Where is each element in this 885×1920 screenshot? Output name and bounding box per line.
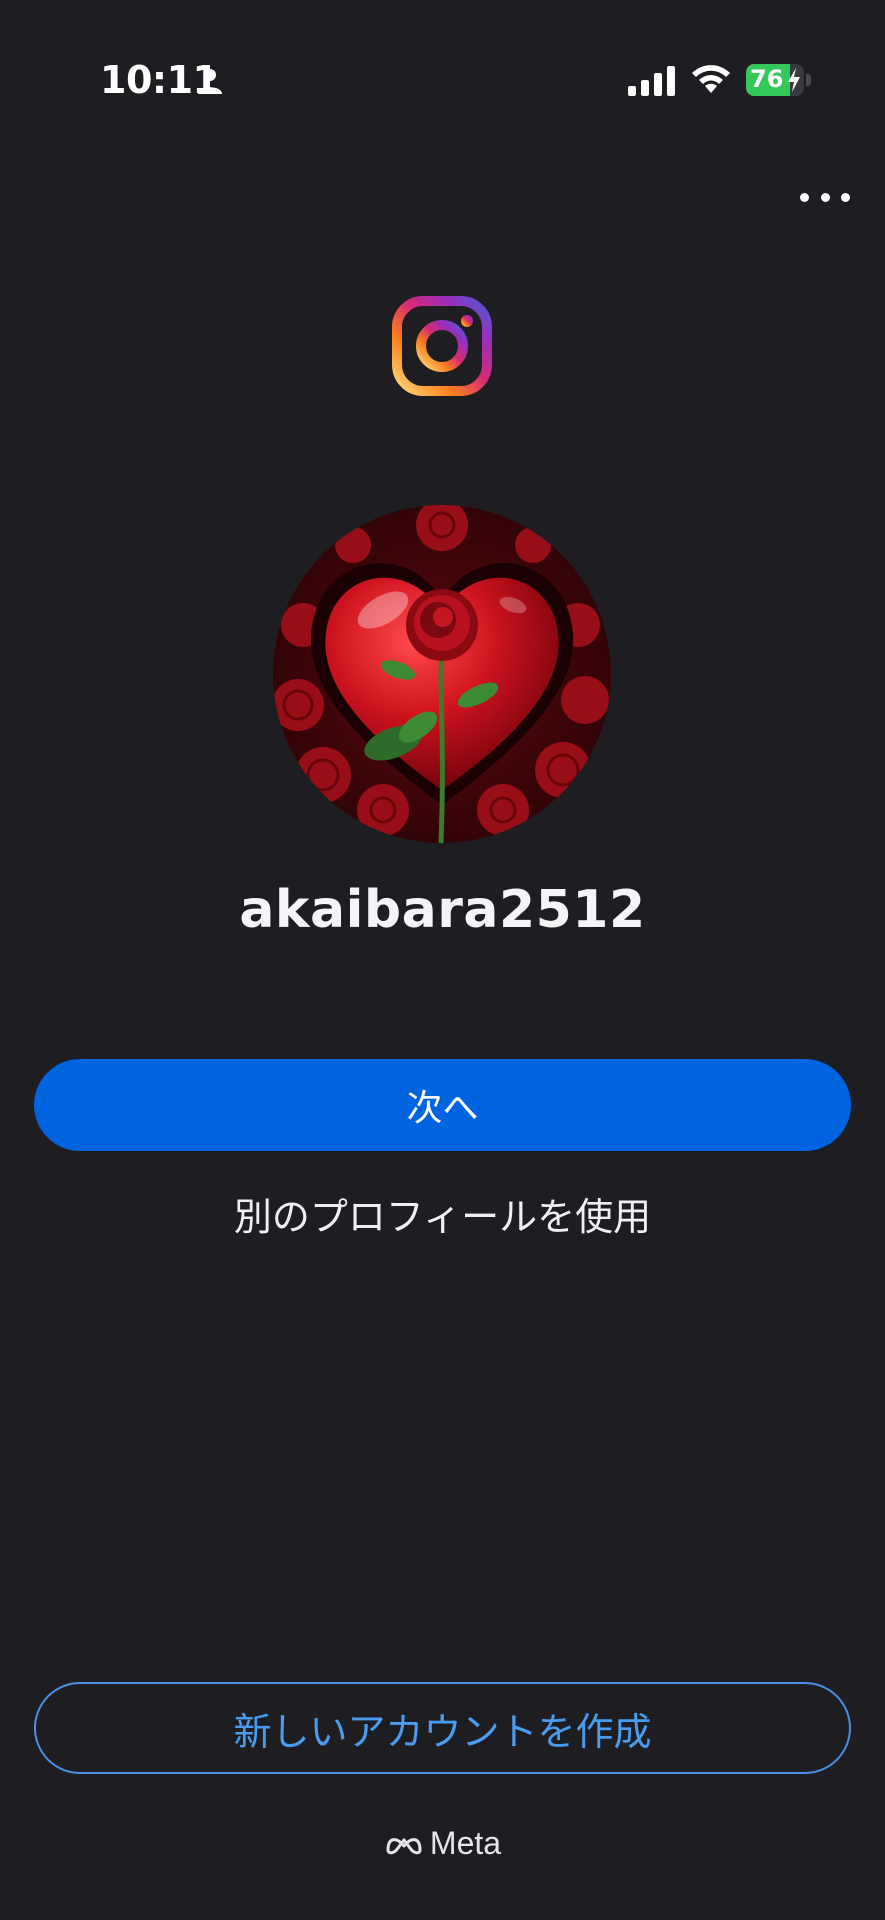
signal-icon bbox=[628, 66, 675, 96]
create-account-button[interactable]: 新しいアカウントを作成 bbox=[34, 1682, 851, 1774]
meta-logo-icon bbox=[386, 1837, 422, 1854]
battery-level: 76 bbox=[750, 65, 784, 93]
meta-brand-text: Meta bbox=[429, 1825, 502, 1861]
battery-icon: 76 bbox=[746, 64, 812, 96]
more-horizontal-icon bbox=[800, 192, 809, 202]
bolt-icon bbox=[788, 68, 800, 92]
meta-branding: Meta bbox=[0, 1825, 885, 1862]
use-another-profile-link[interactable]: 別のプロフィールを使用 bbox=[0, 1186, 885, 1241]
next-button[interactable]: 次へ bbox=[34, 1059, 851, 1151]
instagram-logo bbox=[392, 296, 492, 396]
avatar bbox=[273, 505, 611, 843]
wifi-icon bbox=[692, 65, 730, 93]
more-options-button[interactable] bbox=[800, 185, 850, 209]
avatar-image bbox=[273, 505, 611, 843]
profile-username: akaibara2512 bbox=[239, 880, 646, 940]
person-icon bbox=[198, 69, 222, 94]
